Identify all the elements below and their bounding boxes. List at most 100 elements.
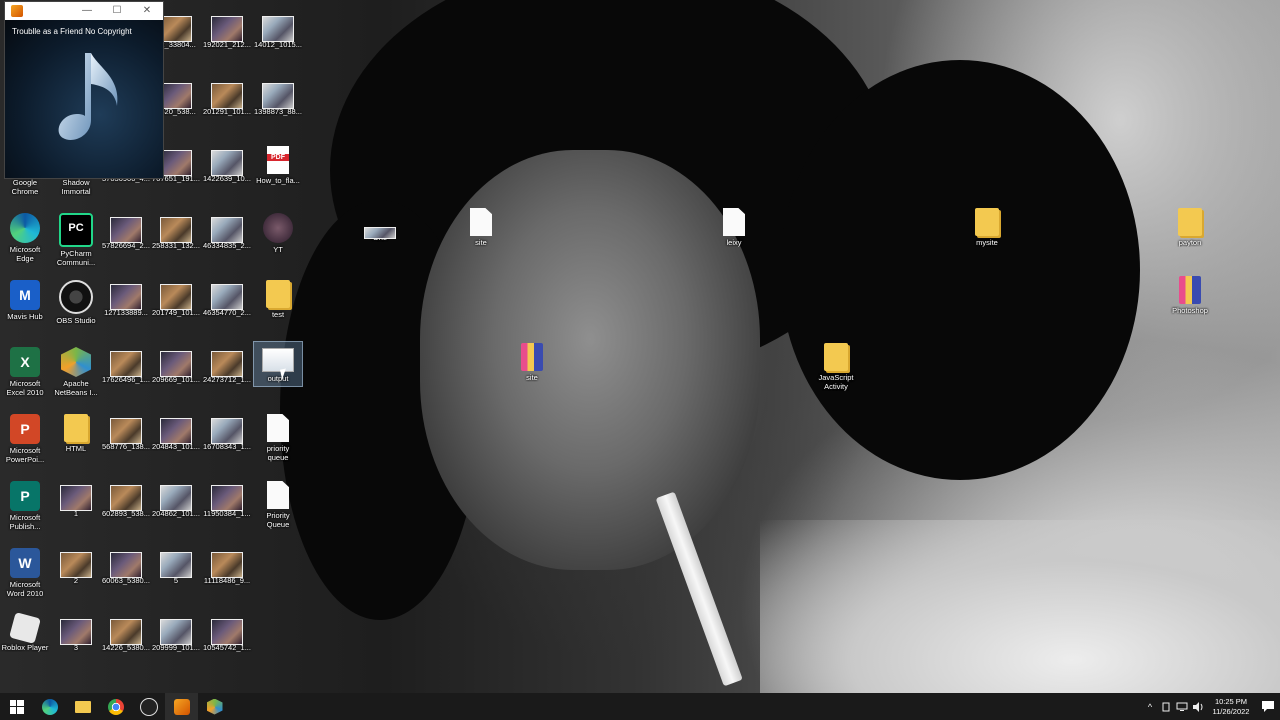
desktop-icon-pdf[interactable]: How_to_fla... bbox=[248, 146, 308, 185]
photo-thumbnail-icon bbox=[110, 552, 142, 578]
device-icon[interactable] bbox=[1158, 693, 1174, 720]
desktop-icon-doc[interactable]: leixy bbox=[704, 208, 764, 247]
photo-thumbnail-icon bbox=[110, 284, 142, 310]
desktop-icon-folder[interactable]: test bbox=[248, 280, 308, 319]
notification-center-button[interactable] bbox=[1256, 700, 1280, 713]
desktop-icon[interactable]: One bbox=[350, 213, 410, 242]
photo-thumbnail-icon bbox=[211, 351, 243, 377]
taskbar-chrome[interactable] bbox=[99, 693, 132, 720]
photo-thumbnail-icon bbox=[211, 485, 243, 511]
media-player-icon bbox=[173, 698, 190, 715]
excel-icon: X bbox=[10, 347, 40, 377]
desktop-icon-doc[interactable]: Priority Queue bbox=[248, 481, 308, 529]
music-note-icon bbox=[58, 53, 118, 140]
media-player-window[interactable]: — ☐ ✕ Troublle as a Friend No Copyright bbox=[4, 1, 164, 179]
photo-thumbnail-icon bbox=[160, 150, 192, 176]
edge-icon bbox=[41, 698, 58, 715]
desktop-icon[interactable]: 24273712_1... bbox=[197, 347, 257, 384]
archive-icon bbox=[1179, 276, 1201, 304]
system-tray: ^ 10:25 PM 11/26/2022 bbox=[1142, 693, 1280, 720]
desktop-icon[interactable]: 11118486_9... bbox=[197, 548, 257, 585]
desktop-icon-folder[interactable]: mysite bbox=[957, 208, 1017, 247]
text-file-icon bbox=[470, 208, 492, 236]
photo-thumbnail-icon bbox=[160, 83, 192, 109]
archive-icon bbox=[521, 343, 543, 371]
netbeans-icon bbox=[61, 347, 91, 377]
show-hidden-icons-chevron-icon[interactable]: ^ bbox=[1142, 693, 1158, 720]
pycharm-icon: PC bbox=[59, 213, 93, 247]
desktop-icon-yt[interactable]: YT bbox=[248, 213, 308, 254]
photo-thumbnail-icon bbox=[110, 418, 142, 444]
chrome-icon bbox=[107, 698, 124, 715]
folder-icon bbox=[824, 343, 848, 371]
photo-thumbnail-icon bbox=[160, 351, 192, 377]
photo-thumbnail-icon bbox=[160, 418, 192, 444]
desktop-icon[interactable]: 14012_1015... bbox=[248, 12, 308, 49]
photo-thumbnail-icon bbox=[160, 619, 192, 645]
photo-thumbnail-icon bbox=[211, 418, 243, 444]
media-player-body: Troublle as a Friend No Copyright bbox=[5, 20, 163, 178]
desktop-icon[interactable]: 10545742_1... bbox=[197, 615, 257, 652]
notification-icon bbox=[1262, 701, 1274, 712]
roblox-icon bbox=[9, 612, 41, 644]
photo-thumbnail-icon bbox=[110, 485, 142, 511]
close-button[interactable]: ✕ bbox=[132, 3, 162, 19]
volume-icon[interactable] bbox=[1190, 693, 1206, 720]
taskbar-obs[interactable] bbox=[132, 693, 165, 720]
photo-thumbnail-icon bbox=[211, 16, 243, 42]
desktop-icon-archive[interactable]: Photoshop bbox=[1160, 276, 1220, 315]
desktop-icon-archive[interactable]: site bbox=[502, 343, 562, 382]
pdf-file-icon bbox=[267, 146, 289, 174]
netbeans-icon bbox=[206, 698, 223, 715]
photo-thumbnail-icon bbox=[211, 150, 243, 176]
taskbar-file-explorer[interactable] bbox=[66, 693, 99, 720]
taskbar-netbeans[interactable] bbox=[198, 693, 231, 720]
clock[interactable]: 10:25 PM 11/26/2022 bbox=[1206, 697, 1256, 717]
text-file-icon bbox=[723, 208, 745, 236]
publisher-icon: P bbox=[10, 481, 40, 511]
photo-thumbnail-icon bbox=[110, 217, 142, 243]
desktop-icon[interactable]: 1398873_88... bbox=[248, 79, 308, 116]
taskbar: ^ 10:25 PM 11/26/2022 bbox=[0, 693, 1280, 720]
text-file-icon bbox=[267, 414, 289, 442]
photo-thumbnail-icon bbox=[262, 83, 294, 109]
windows-start-icon bbox=[9, 699, 24, 714]
photo-thumbnail-icon bbox=[211, 552, 243, 578]
obs-icon bbox=[59, 280, 93, 314]
word-icon: W bbox=[10, 548, 40, 578]
photo-thumbnail-icon bbox=[160, 485, 192, 511]
text-file-icon bbox=[267, 481, 289, 509]
folder-icon bbox=[266, 280, 290, 308]
photo-thumbnail-icon bbox=[211, 217, 243, 243]
obs-icon bbox=[139, 697, 158, 716]
start-button[interactable] bbox=[0, 693, 33, 720]
minimize-button[interactable]: — bbox=[72, 3, 102, 19]
photo-thumbnail-icon bbox=[160, 16, 192, 42]
track-title: Troublle as a Friend No Copyright bbox=[12, 27, 132, 36]
photo-thumbnail-icon bbox=[60, 485, 92, 511]
photo-thumbnail-icon bbox=[211, 619, 243, 645]
desktop-icon-folder[interactable]: JavaScript Activity bbox=[806, 343, 866, 391]
photo-thumbnail-icon bbox=[262, 16, 294, 42]
maximize-button[interactable]: ☐ bbox=[102, 3, 132, 19]
folder-icon bbox=[1178, 208, 1202, 236]
folder-icon bbox=[64, 414, 88, 442]
network-icon[interactable] bbox=[1174, 693, 1190, 720]
photo-thumbnail-icon bbox=[364, 227, 396, 239]
photo-thumbnail-icon bbox=[160, 217, 192, 243]
desktop-icon-doc[interactable]: priority queue bbox=[248, 414, 308, 462]
desktop-icon-doc[interactable]: site bbox=[451, 208, 511, 247]
clock-date: 11/26/2022 bbox=[1212, 706, 1250, 716]
taskbar-edge[interactable] bbox=[33, 693, 66, 720]
desktop-icon-folder[interactable]: payton bbox=[1160, 208, 1220, 247]
powerpoint-icon: P bbox=[10, 414, 40, 444]
media-player-titlebar[interactable]: — ☐ ✕ bbox=[5, 2, 163, 20]
desktop-icon-selected[interactable]: output bbox=[253, 341, 303, 387]
image-file-icon bbox=[262, 348, 294, 372]
folder-icon bbox=[975, 208, 999, 236]
taskbar-media-player[interactable] bbox=[165, 693, 198, 720]
edge-icon bbox=[10, 213, 40, 243]
photo-thumbnail-icon bbox=[110, 351, 142, 377]
photo-thumbnail-icon bbox=[160, 284, 192, 310]
wallpaper-hair-shape bbox=[780, 60, 1140, 480]
